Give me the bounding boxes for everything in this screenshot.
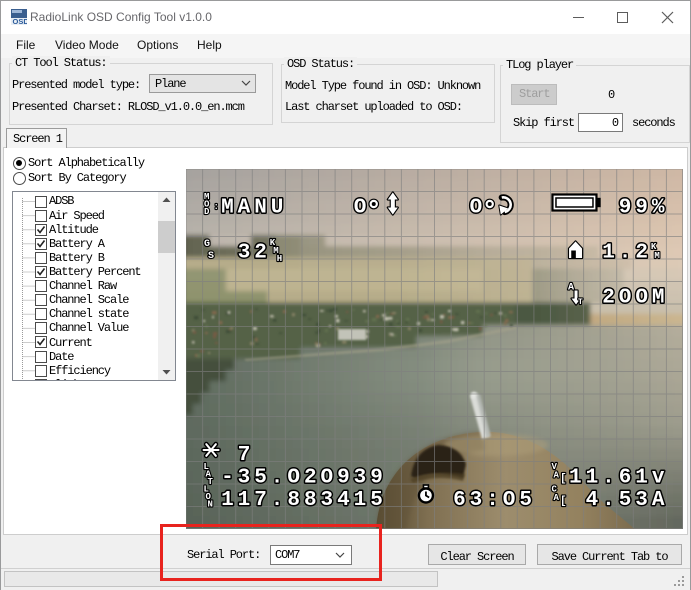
svg-text:S: S bbox=[208, 251, 214, 262]
svg-text:A: A bbox=[568, 283, 574, 294]
svg-text:-35.O2O939: -35.O2O939 bbox=[221, 467, 387, 490]
svg-text:T: T bbox=[578, 298, 583, 307]
svg-text:7: 7 bbox=[238, 444, 255, 467]
svg-text:M: M bbox=[654, 251, 659, 261]
svg-text:H: H bbox=[277, 254, 282, 264]
svg-text:[: [ bbox=[560, 496, 567, 508]
svg-text:32: 32 bbox=[238, 242, 271, 265]
svg-text:N: N bbox=[208, 500, 213, 510]
svg-text:O: O bbox=[470, 197, 487, 220]
svg-text:99%: 99% bbox=[619, 197, 669, 220]
svg-text:G: G bbox=[204, 239, 210, 250]
svg-text:D: D bbox=[204, 207, 210, 217]
svg-text:2OOM: 2OOM bbox=[602, 287, 668, 310]
svg-text:[: [ bbox=[560, 473, 567, 485]
svg-text:OSD: OSD bbox=[13, 17, 28, 25]
svg-text:1.2: 1.2 bbox=[602, 242, 652, 265]
svg-text:A: A bbox=[554, 471, 560, 481]
svg-text:117.883415: 117.883415 bbox=[221, 489, 387, 512]
svg-text:63:O5: 63:O5 bbox=[453, 489, 536, 512]
svg-text:MANU: MANU bbox=[221, 197, 287, 220]
svg-text:A: A bbox=[554, 493, 560, 503]
svg-text:O: O bbox=[354, 197, 371, 220]
svg-text:4.53A: 4.53A bbox=[586, 489, 669, 512]
svg-text:11.61v: 11.61v bbox=[569, 467, 668, 490]
svg-text::: : bbox=[214, 202, 219, 212]
